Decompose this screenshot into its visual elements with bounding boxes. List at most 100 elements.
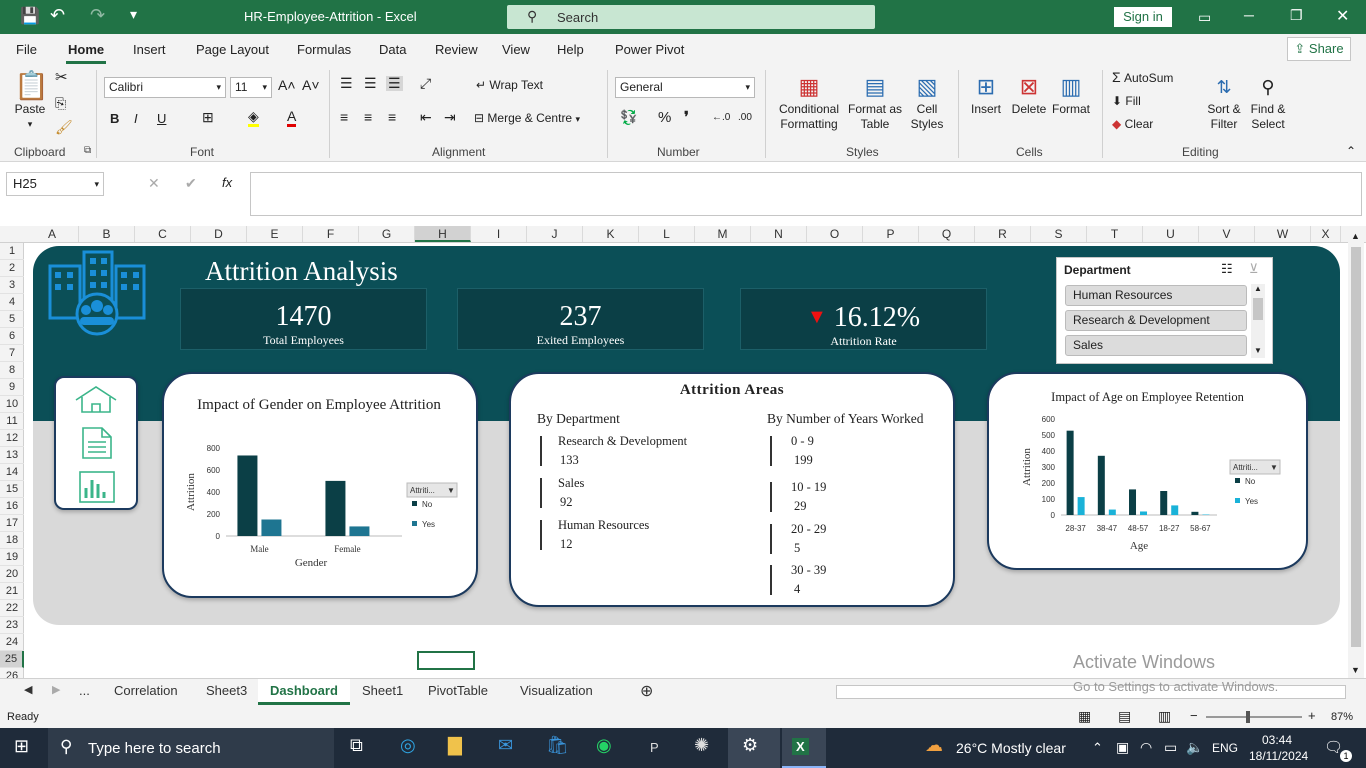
zoom-out-icon[interactable]: − [1190,708,1198,723]
dialog-launcher-icon[interactable]: ⧉ [84,145,91,156]
clock-time[interactable]: 03:44 [1262,733,1292,747]
tab-view[interactable]: View [502,42,530,57]
selected-cell[interactable] [417,651,475,670]
page-break-view-icon[interactable]: ▥ [1158,708,1171,725]
column-header[interactable]: G [359,226,415,242]
increase-decimal-icon[interactable]: ←.0 [712,110,730,125]
delete-cells-button[interactable]: ⊠ Delete [1008,72,1050,117]
prev-sheet-icon[interactable]: ◀ [24,683,32,696]
row-header[interactable]: 23 [0,617,24,634]
zoom-slider[interactable] [1206,716,1302,718]
undo-icon[interactable]: ↶ [50,5,65,26]
tab-review[interactable]: Review [435,42,478,57]
merge-centre-button[interactable]: ⊟ Merge & Centre ▾ [474,111,580,127]
format-painter-icon[interactable]: 🖌 [55,120,73,135]
column-header[interactable]: K [583,226,639,242]
restore-icon[interactable]: ❐ [1290,7,1303,24]
formula-input[interactable] [250,172,1362,216]
row-header[interactable]: 8 [0,362,24,379]
row-header[interactable]: 22 [0,600,24,617]
fill-button[interactable]: ⬇ Fill [1112,94,1141,109]
app-p-icon[interactable]: P [650,740,659,755]
align-right-icon[interactable]: ≡ [388,110,396,125]
row-header[interactable]: 14 [0,464,24,481]
slicer-item[interactable]: Research & Development [1065,310,1247,331]
settings-app[interactable]: ⚙ [728,728,780,768]
italic-button[interactable]: I [134,111,138,126]
column-header[interactable]: Q [919,226,975,242]
bold-button[interactable]: B [110,111,119,126]
column-header[interactable]: J [527,226,583,242]
decrease-font-icon[interactable]: A˅ [302,78,320,93]
sheet-tab-correlation[interactable]: Correlation [114,683,178,698]
save-icon[interactable]: 💾 [20,6,40,26]
tab-page-layout[interactable]: Page Layout [196,42,269,57]
column-header[interactable]: A [26,226,79,242]
row-header[interactable]: 1 [0,243,24,260]
column-header[interactable]: C [135,226,191,242]
tab-formulas[interactable]: Formulas [297,42,351,57]
align-center-icon[interactable]: ≡ [364,110,372,125]
mail-icon[interactable]: ✉ [498,735,513,756]
slicer-item[interactable]: Sales [1065,335,1247,356]
column-header[interactable]: B [79,226,135,242]
row-header[interactable]: 15 [0,481,24,498]
slicer-item[interactable]: Human Resources [1065,285,1247,306]
decrease-indent-icon[interactable]: ⇤ [420,110,432,125]
sheet-tab-visualization[interactable]: Visualization [520,683,593,698]
normal-view-icon[interactable]: ▦ [1078,708,1091,725]
tab-help[interactable]: Help [557,42,584,57]
column-header[interactable]: N [751,226,807,242]
next-sheet-icon[interactable]: ▶ [52,683,60,696]
collapse-ribbon-icon[interactable]: ⌃ [1346,144,1356,158]
enter-icon[interactable]: ✔ [185,175,197,192]
whatsapp-icon[interactable]: ◉ [596,735,612,756]
row-header[interactable]: 11 [0,413,24,430]
zoom-in-icon[interactable]: + [1308,708,1316,723]
row-header[interactable]: 17 [0,515,24,532]
scroll-down-icon[interactable]: ▼ [1254,346,1262,355]
bar-chart-icon[interactable] [78,470,116,504]
font-color-icon[interactable]: A [287,109,297,127]
clear-filter-icon[interactable]: ⊻ [1249,261,1259,277]
scroll-down-icon[interactable]: ▼ [1351,665,1360,675]
align-left-icon[interactable]: ≡ [340,110,348,125]
language-indicator[interactable]: ENG [1212,741,1238,755]
add-sheet-icon[interactable]: ⊕ [640,681,653,701]
minimize-icon[interactable]: ─ [1244,7,1254,23]
meet-icon[interactable]: ▣ [1116,739,1129,756]
tab-file[interactable]: File [16,42,37,57]
cut-icon[interactable]: ✂ [55,70,68,85]
row-header[interactable]: 25 [0,651,24,668]
cell-styles-button[interactable]: ▧ Cell Styles [904,72,950,132]
weather-text[interactable]: 26°C Mostly clear [956,740,1066,756]
column-header[interactable]: U [1143,226,1199,242]
font-name-select[interactable]: Calibri ▾ [104,77,226,98]
show-hidden-icons[interactable]: ⌃ [1092,740,1103,756]
column-header[interactable]: L [639,226,695,242]
row-header[interactable]: 7 [0,345,24,362]
chevron-down-icon[interactable]: ▼ [1270,463,1278,472]
borders-icon[interactable]: ⊞ [202,110,214,125]
edge-icon[interactable]: ◎ [400,735,416,756]
clear-button[interactable]: ◆ Clear [1112,117,1153,132]
cancel-icon[interactable]: ✕ [148,175,160,192]
decrease-decimal-icon[interactable]: .00 [738,110,752,125]
document-icon[interactable] [80,426,114,460]
align-top-icon[interactable]: ☰ [340,76,353,91]
row-header[interactable]: 20 [0,566,24,583]
share-button[interactable]: ⇪ Share [1287,37,1351,61]
wrap-text-button[interactable]: ↵ Wrap Text [476,78,543,93]
row-header[interactable]: 12 [0,430,24,447]
autosum-button[interactable]: Σ AutoSum [1112,70,1173,86]
customize-qat-icon[interactable]: ▾ [130,6,137,23]
column-header[interactable]: D [191,226,247,242]
copy-icon[interactable]: ⎘ [55,96,66,111]
ribbon-display-icon[interactable]: ▭ [1198,9,1211,26]
scroll-up-icon[interactable]: ▲ [1351,231,1360,241]
column-header[interactable]: W [1255,226,1311,242]
battery-icon[interactable]: ▭ [1164,739,1177,756]
sheet-tab-sheet1[interactable]: Sheet1 [362,683,403,698]
row-header[interactable]: 10 [0,396,24,413]
number-format-select[interactable]: General ▾ [615,77,755,98]
